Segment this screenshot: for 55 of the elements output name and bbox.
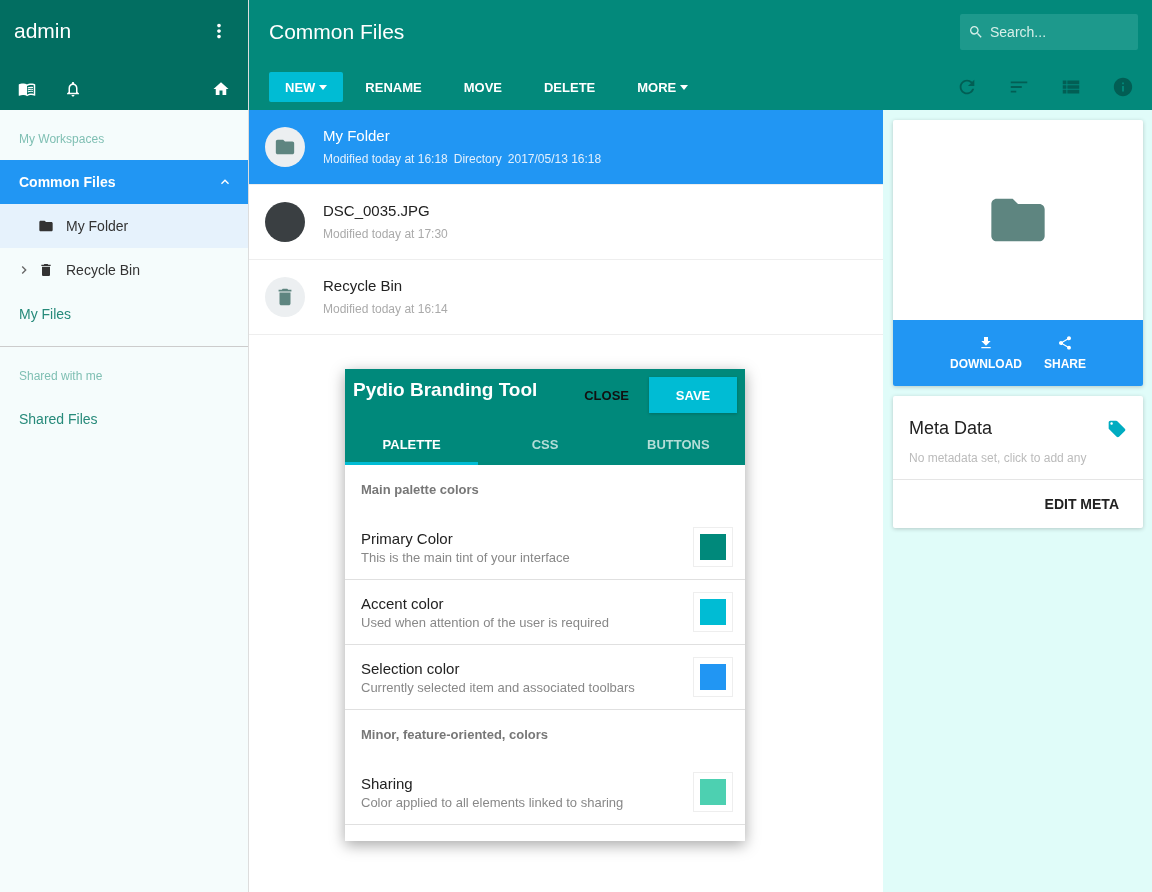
toolbar-button[interactable]: NEW <box>269 72 344 102</box>
edit-meta-button[interactable]: EDIT META <box>1032 488 1131 520</box>
file-row[interactable]: My Folder Modified today at 16:18 Directory 2017/05/13 16:18 <box>249 110 883 185</box>
file-detail: 2017/05/13 16:18 <box>507 152 602 166</box>
setting-description: Color applied to all elements linked to sharing <box>361 794 625 810</box>
group-heading: Main palette colors <box>360 481 480 499</box>
toolbar-button[interactable]: DELETE <box>528 72 612 102</box>
color-swatch[interactable] <box>693 657 733 697</box>
setting-title: Accent color <box>361 594 445 612</box>
setting-title: Primary Color <box>361 529 454 547</box>
page-title: Common Files <box>269 20 406 44</box>
section-title: Shared with me <box>18 368 104 385</box>
close-button[interactable]: CLOSE <box>578 381 635 409</box>
workspace-item[interactable]: Shared Files <box>0 397 248 441</box>
color-swatch[interactable] <box>693 592 733 632</box>
file-detail: Modified today at 17:30 <box>323 227 448 241</box>
search-field[interactable]: Search... <box>960 14 1138 50</box>
preview-action-button[interactable]: SHARE <box>1038 320 1092 386</box>
photo-thumbnail <box>265 202 305 242</box>
download-icon <box>978 335 994 351</box>
dialog-tab[interactable]: PALETTE <box>345 427 479 465</box>
save-button[interactable]: SAVE <box>649 377 737 413</box>
share-icon <box>1057 335 1073 351</box>
dialog-tab[interactable]: BUTTONS <box>611 427 745 465</box>
folder-tree-item[interactable]: Recycle Bin <box>0 248 248 292</box>
dialog-title: Pydio Branding Tool <box>353 378 539 401</box>
color-swatch[interactable] <box>693 772 733 812</box>
setting-description: Currently selected item and associated toolbars <box>361 679 636 695</box>
setting-title: Selection color <box>361 659 461 677</box>
toolbar-button[interactable]: MORE <box>621 72 705 102</box>
folder-tree-item[interactable]: My Folder <box>0 204 248 248</box>
file-detail: Modified today at 16:14 <box>323 302 448 316</box>
toolbar-button[interactable]: MOVE <box>447 72 518 102</box>
dialog-tab[interactable]: CSS <box>478 427 612 465</box>
preview-action-button[interactable]: DOWNLOAD <box>944 320 1028 386</box>
file-detail: Modified today at 16:18 <box>323 152 448 166</box>
card-title: Meta Data <box>909 418 993 439</box>
file-name: My Folder <box>323 127 391 144</box>
file-name: DSC_0035.JPG <box>323 202 431 219</box>
trash-icon <box>38 262 54 278</box>
color-swatch[interactable] <box>693 527 733 567</box>
workspace-item[interactable]: Common Files <box>0 160 248 204</box>
setting-description: This is the main tint of your interface <box>361 549 571 565</box>
workspace-item[interactable]: My Files <box>0 292 248 336</box>
user-name: admin <box>14 19 73 43</box>
group-heading: Minor, feature-oriented, colors <box>360 726 550 744</box>
toolbar-button[interactable]: RENAME <box>349 72 438 102</box>
setting-description: Used when attention of the user is required <box>361 614 610 630</box>
tag-icon <box>1107 418 1127 439</box>
search-icon <box>968 24 984 40</box>
section-title: My Workspaces <box>18 131 106 148</box>
setting-title: Sharing <box>361 774 414 792</box>
file-name: Recycle Bin <box>323 277 404 294</box>
file-detail: Directory <box>453 152 502 166</box>
folder-icon <box>38 218 54 234</box>
